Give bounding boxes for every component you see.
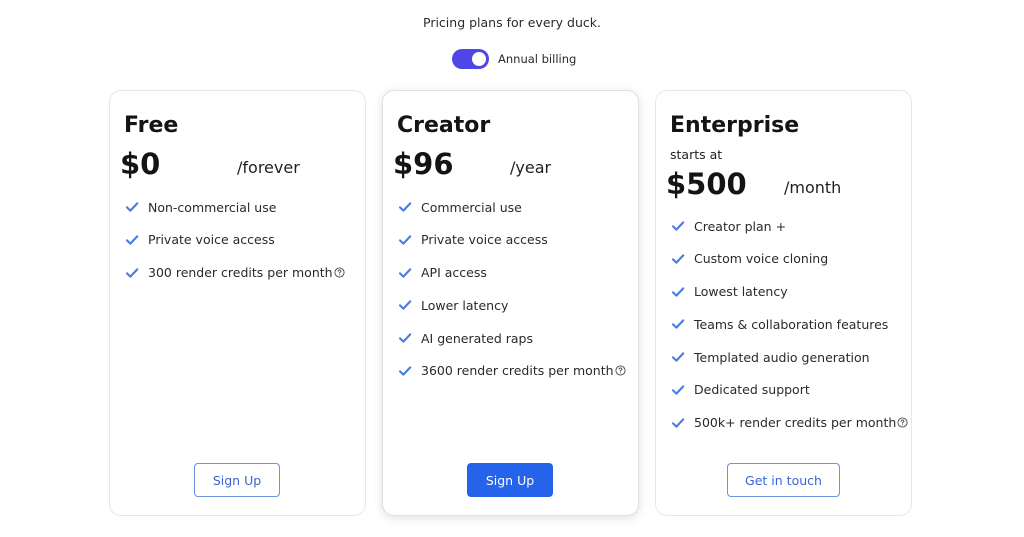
feature-label: Dedicated support: [694, 382, 810, 398]
feature-label: 500k+ render credits per month: [694, 415, 897, 431]
billing-toggle-group: Annual billing: [452, 49, 576, 69]
check-icon: [398, 200, 412, 214]
feature-list: Creator plan + Custom voice cloning Lowe…: [671, 216, 908, 446]
feature-list: Non-commercial use Private voice access …: [125, 197, 345, 295]
feature-item: Teams & collaboration features: [671, 314, 908, 334]
check-icon: [671, 252, 685, 266]
get-in-touch-button[interactable]: Get in touch: [727, 463, 840, 497]
feature-item: Lowest latency: [671, 282, 908, 302]
check-icon: [398, 331, 412, 345]
check-icon: [125, 266, 139, 280]
check-icon: [671, 219, 685, 233]
check-icon: [398, 298, 412, 312]
check-icon: [398, 233, 412, 247]
feature-label: Creator plan +: [694, 218, 787, 234]
check-icon: [398, 266, 412, 280]
check-icon: [125, 233, 139, 247]
plan-card-free: Free $0 /forever Non-commercial use Priv…: [109, 90, 366, 516]
feature-item: API access: [398, 263, 626, 283]
plan-price: $96: [393, 147, 454, 181]
feature-item: Dedicated support: [671, 380, 908, 400]
feature-item: 3600 render credits per month: [398, 361, 626, 381]
feature-label: Private voice access: [421, 232, 548, 248]
feature-item: Non-commercial use: [125, 197, 345, 217]
feature-item: Creator plan +: [671, 216, 908, 236]
feature-item: Custom voice cloning: [671, 249, 908, 269]
feature-label: Commercial use: [421, 199, 522, 215]
feature-item: 500k+ render credits per month: [671, 413, 908, 433]
plan-name: Enterprise: [670, 113, 800, 138]
plan-name: Creator: [397, 113, 491, 138]
feature-label: Private voice access: [148, 232, 275, 248]
feature-label: API access: [421, 265, 487, 281]
feature-item: 300 render credits per month: [125, 263, 345, 283]
check-icon: [125, 200, 139, 214]
check-icon: [671, 383, 685, 397]
check-icon: [671, 350, 685, 364]
feature-label: Non-commercial use: [148, 199, 277, 215]
feature-item: Private voice access: [125, 230, 345, 250]
help-icon[interactable]: [334, 267, 345, 278]
toggle-knob: [472, 52, 486, 66]
feature-label: Lowest latency: [694, 284, 788, 300]
plan-period: /year: [510, 158, 552, 177]
annual-billing-toggle[interactable]: [452, 49, 489, 69]
feature-list: Commercial use Private voice access API …: [398, 197, 626, 394]
feature-label: 3600 render credits per month: [421, 363, 614, 379]
annual-billing-label: Annual billing: [498, 52, 577, 66]
plan-price: $0: [120, 147, 161, 181]
feature-label: 300 render credits per month: [148, 265, 333, 281]
check-icon: [398, 364, 412, 378]
feature-label: Templated audio generation: [694, 349, 870, 365]
plan-card-creator: Creator $96 /year Commercial use Private…: [382, 90, 639, 516]
feature-item: Private voice access: [398, 230, 626, 250]
feature-item: AI generated raps: [398, 328, 626, 348]
feature-label: Lower latency: [421, 297, 509, 313]
plan-period: /forever: [237, 158, 300, 177]
feature-label: Teams & collaboration features: [694, 316, 889, 332]
price-prefix: starts at: [670, 147, 723, 162]
plan-price: $500: [666, 167, 747, 201]
feature-item: Commercial use: [398, 197, 626, 217]
sign-up-button-free[interactable]: Sign Up: [194, 463, 280, 497]
help-icon[interactable]: [614, 365, 626, 377]
feature-label: AI generated raps: [421, 330, 533, 346]
check-icon: [671, 285, 685, 299]
plan-card-enterprise: Enterprise starts at $500 /month Creator…: [655, 90, 912, 516]
plan-period: /month: [784, 178, 842, 197]
sign-up-button-creator[interactable]: Sign Up: [467, 463, 553, 497]
help-icon[interactable]: [897, 417, 908, 428]
feature-item: Templated audio generation: [671, 347, 908, 367]
pricing-page: Pricing plans for every duck. Annual bil…: [0, 0, 1024, 537]
feature-item: Lower latency: [398, 295, 626, 315]
check-icon: [671, 416, 685, 430]
check-icon: [671, 317, 685, 331]
page-subtitle: Pricing plans for every duck.: [423, 15, 601, 30]
plan-name: Free: [124, 113, 179, 138]
feature-label: Custom voice cloning: [694, 251, 829, 267]
